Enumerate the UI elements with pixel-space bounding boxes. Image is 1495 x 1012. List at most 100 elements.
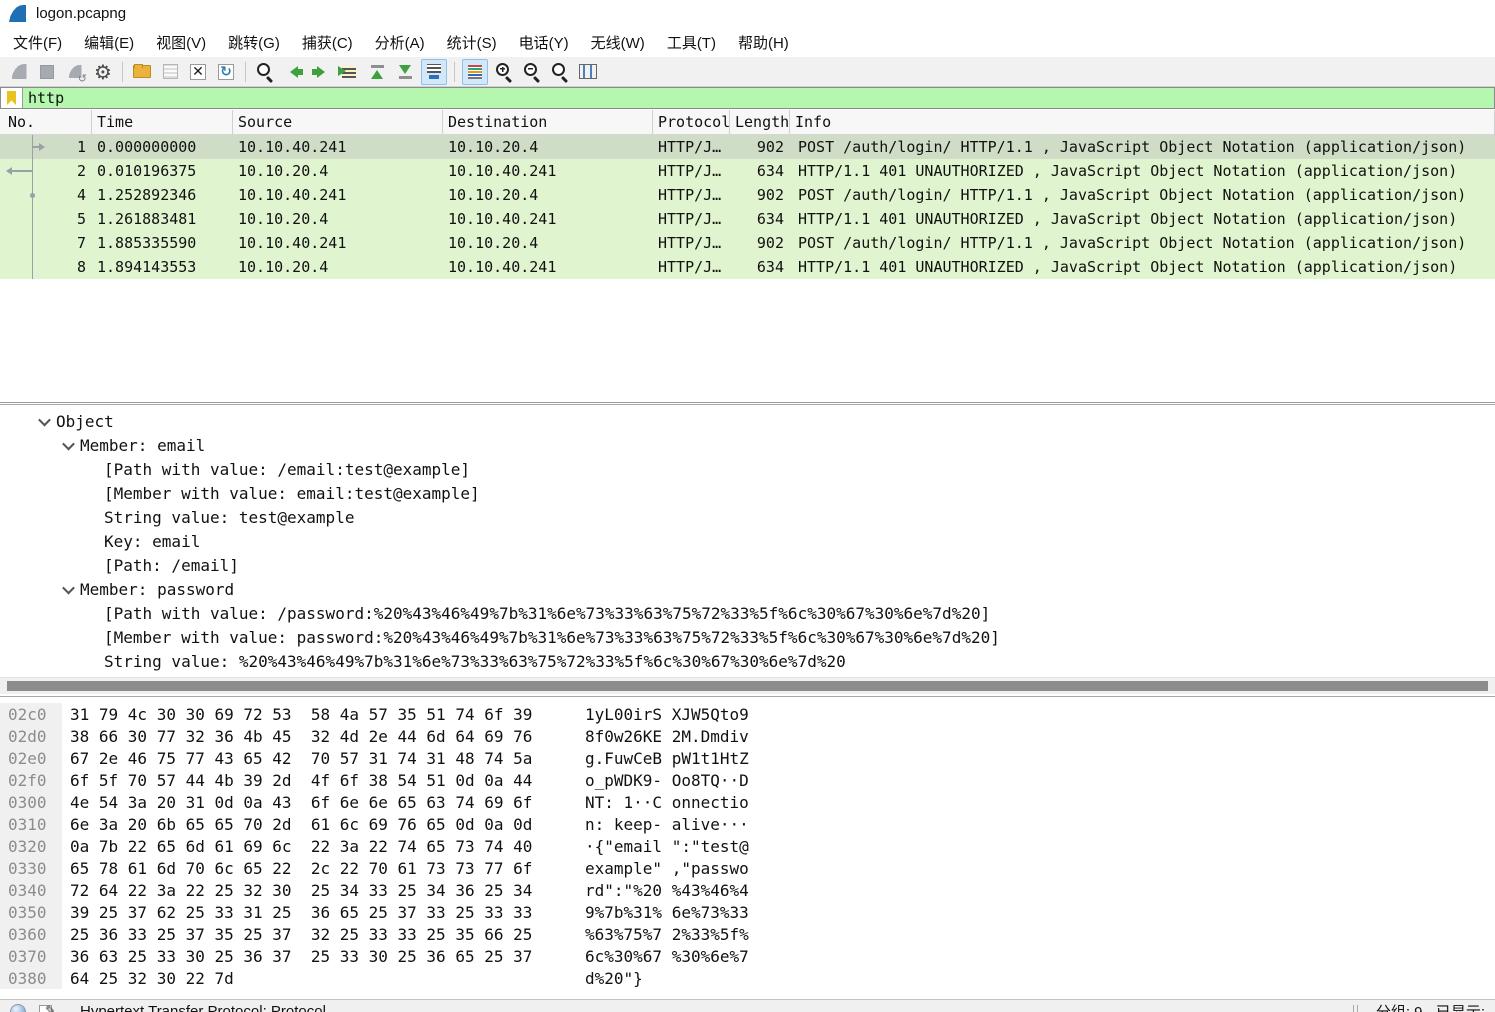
hex-ascii[interactable]: %63%75%7 2%33%5f% [585,925,749,944]
hex-row[interactable]: 0380 64 25 32 30 22 7d d%20"} [0,967,1495,989]
tree-item[interactable]: [Member with value: password:%20%43%46%4… [0,625,1495,649]
tree-item[interactable]: [Path with value: /password:%20%43%46%49… [0,601,1495,625]
tree-item[interactable]: [Member with value: email:test@example] [0,481,1495,505]
menu-item[interactable]: 电话(Y) [508,28,580,57]
expert-info-icon[interactable] [10,1003,26,1012]
open-file-icon[interactable] [130,60,154,84]
resize-columns-icon[interactable] [576,60,600,84]
hex-ascii[interactable]: 6c%30%67 %30%6e%7 [585,947,749,966]
column-header-no[interactable]: No. [0,110,92,134]
menu-item[interactable]: 文件(F) [2,28,73,57]
hex-bytes[interactable]: 67 2e 46 75 77 43 65 42 70 57 31 74 31 4… [70,749,585,768]
column-header-protocol[interactable]: Protocol [653,110,730,134]
last-packet-icon[interactable] [393,60,417,84]
hex-ascii[interactable]: NT: 1··C onnectio [585,793,749,812]
hex-ascii[interactable]: 8f0w26KE 2M.Dmdiv [585,727,749,746]
tree-item[interactable]: Object [0,409,1495,433]
menu-item[interactable]: 统计(S) [436,28,508,57]
menu-item[interactable]: 跳转(G) [217,28,291,57]
previous-packet-icon[interactable] [281,60,305,84]
hex-bytes[interactable]: 4e 54 3a 20 31 0d 0a 43 6f 6e 6e 65 63 7… [70,793,585,812]
packet-row[interactable]: 7 1.885335590 10.10.40.241 10.10.20.4 HT… [0,231,1495,255]
reload-file-icon[interactable] [214,60,238,84]
hex-row[interactable]: 0360 25 36 33 25 37 35 25 37 32 25 33 33… [0,923,1495,945]
hex-ascii[interactable]: d%20"} [585,969,643,988]
hex-row[interactable]: 02d0 38 66 30 77 32 36 4b 45 32 4d 2e 44… [0,725,1495,747]
menu-item[interactable]: 帮助(H) [727,28,800,57]
find-packet-icon[interactable] [253,60,277,84]
go-to-packet-icon[interactable] [337,60,361,84]
zoom-in-icon[interactable] [492,60,516,84]
hex-bytes[interactable]: 38 66 30 77 32 36 4b 45 32 4d 2e 44 6d 6… [70,727,585,746]
hex-bytes[interactable]: 72 64 22 3a 22 25 32 30 25 34 33 25 34 3… [70,881,585,900]
hex-row[interactable]: 0350 39 25 37 62 25 33 31 25 36 65 25 37… [0,901,1495,923]
hex-ascii[interactable]: rd":"%20 %43%46%4 [585,881,749,900]
hex-row[interactable]: 02e0 67 2e 46 75 77 43 65 42 70 57 31 74… [0,747,1495,769]
tree-item[interactable]: Member: email [0,433,1495,457]
packet-row[interactable]: 5 1.261883481 10.10.20.4 10.10.40.241 HT… [0,207,1495,231]
hex-bytes[interactable]: 0a 7b 22 65 6d 61 69 6c 22 3a 22 74 65 7… [70,837,585,856]
first-packet-icon[interactable] [365,60,389,84]
capture-options-icon[interactable] [91,60,115,84]
column-header-source[interactable]: Source [233,110,443,134]
tree-item[interactable]: Key: email [0,529,1495,553]
menu-item[interactable]: 无线(W) [580,28,656,57]
zoom-reset-icon[interactable] [548,60,572,84]
zoom-out-icon[interactable] [520,60,544,84]
hex-row[interactable]: 02c0 31 79 4c 30 30 69 72 53 58 4a 57 35… [0,703,1495,725]
menu-item[interactable]: 分析(A) [364,28,436,57]
filter-bookmark-icon[interactable] [1,88,23,108]
hex-ascii[interactable]: 9%7b%31% 6e%73%33 [585,903,749,922]
hex-row[interactable]: 0320 0a 7b 22 65 6d 61 69 6c 22 3a 22 74… [0,835,1495,857]
hex-bytes[interactable]: 6e 3a 20 6b 65 65 70 2d 61 6c 69 76 65 0… [70,815,585,834]
menu-item[interactable]: 视图(V) [145,28,217,57]
auto-scroll-icon[interactable] [421,58,447,85]
hex-ascii[interactable]: example" ,"passwo [585,859,749,878]
tree-item[interactable]: [Path: /email] [0,553,1495,577]
hex-bytes[interactable]: 65 78 61 6d 70 6c 65 22 2c 22 70 61 73 7… [70,859,585,878]
hex-row[interactable]: 0370 36 63 25 33 30 25 36 37 25 33 30 25… [0,945,1495,967]
hex-ascii[interactable]: g.FuwCeB pW1t1HtZ [585,749,749,768]
hex-row[interactable]: 0330 65 78 61 6d 70 6c 65 22 2c 22 70 61… [0,857,1495,879]
colorize-icon[interactable] [462,58,488,85]
packet-row[interactable]: 2 0.010196375 10.10.20.4 10.10.40.241 HT… [0,159,1495,183]
next-packet-icon[interactable] [309,60,333,84]
menu-item[interactable]: 工具(T) [656,28,727,57]
chevron-down-icon[interactable] [56,577,80,601]
chevron-down-icon[interactable] [32,409,56,433]
hex-row[interactable]: 0300 4e 54 3a 20 31 0d 0a 43 6f 6e 6e 65… [0,791,1495,813]
hex-bytes[interactable]: 39 25 37 62 25 33 31 25 36 65 25 37 33 2… [70,903,585,922]
menu-item[interactable]: 捕获(C) [291,28,364,57]
restart-capture-icon[interactable] [63,60,87,85]
close-file-icon[interactable] [186,60,210,84]
chevron-down-icon[interactable] [56,433,80,457]
column-header-length[interactable]: Length [730,110,790,134]
tree-item[interactable]: String value: %20%43%46%49%7b%31%6e%73%3… [0,649,1495,673]
packet-row[interactable]: 1 0.000000000 10.10.40.241 10.10.20.4 HT… [0,135,1495,159]
hex-ascii[interactable]: n: keep- alive··· [585,815,749,834]
hex-row[interactable]: 0310 6e 3a 20 6b 65 65 70 2d 61 6c 69 76… [0,813,1495,835]
toolbar-separator[interactable] [122,61,123,82]
tree-item[interactable]: Member: password [0,577,1495,601]
capture-comment-icon[interactable] [38,1003,56,1012]
tree-item[interactable]: [Path with value: /email:test@example] [0,457,1495,481]
save-file-icon[interactable] [158,60,182,84]
packet-row[interactable]: 8 1.894143553 10.10.20.4 10.10.40.241 HT… [0,255,1495,279]
hex-row[interactable]: 02f0 6f 5f 70 57 44 4b 39 2d 4f 6f 38 54… [0,769,1495,791]
hex-bytes[interactable]: 64 25 32 30 22 7d [70,969,585,988]
packet-row[interactable]: 4 1.252892346 10.10.40.241 10.10.20.4 HT… [0,183,1495,207]
stop-capture-icon[interactable] [35,60,59,84]
hex-bytes[interactable]: 36 63 25 33 30 25 36 37 25 33 30 25 36 6… [70,947,585,966]
hex-row[interactable]: 0340 72 64 22 3a 22 25 32 30 25 34 33 25… [0,879,1495,901]
hex-bytes[interactable]: 25 36 33 25 37 35 25 37 32 25 33 33 25 3… [70,925,585,944]
column-header-info[interactable]: Info [790,110,1495,134]
hex-ascii[interactable]: ·{"email ":"test@ [585,837,749,856]
toolbar-separator[interactable] [245,61,246,82]
column-header-destination[interactable]: Destination [443,110,653,134]
start-capture-icon[interactable] [7,60,31,84]
toolbar-separator[interactable] [454,61,455,82]
column-header-time[interactable]: Time [92,110,233,134]
menu-item[interactable]: 编辑(E) [73,28,145,57]
hex-bytes[interactable]: 31 79 4c 30 30 69 72 53 58 4a 57 35 51 7… [70,705,585,724]
hex-bytes[interactable]: 6f 5f 70 57 44 4b 39 2d 4f 6f 38 54 51 0… [70,771,585,790]
